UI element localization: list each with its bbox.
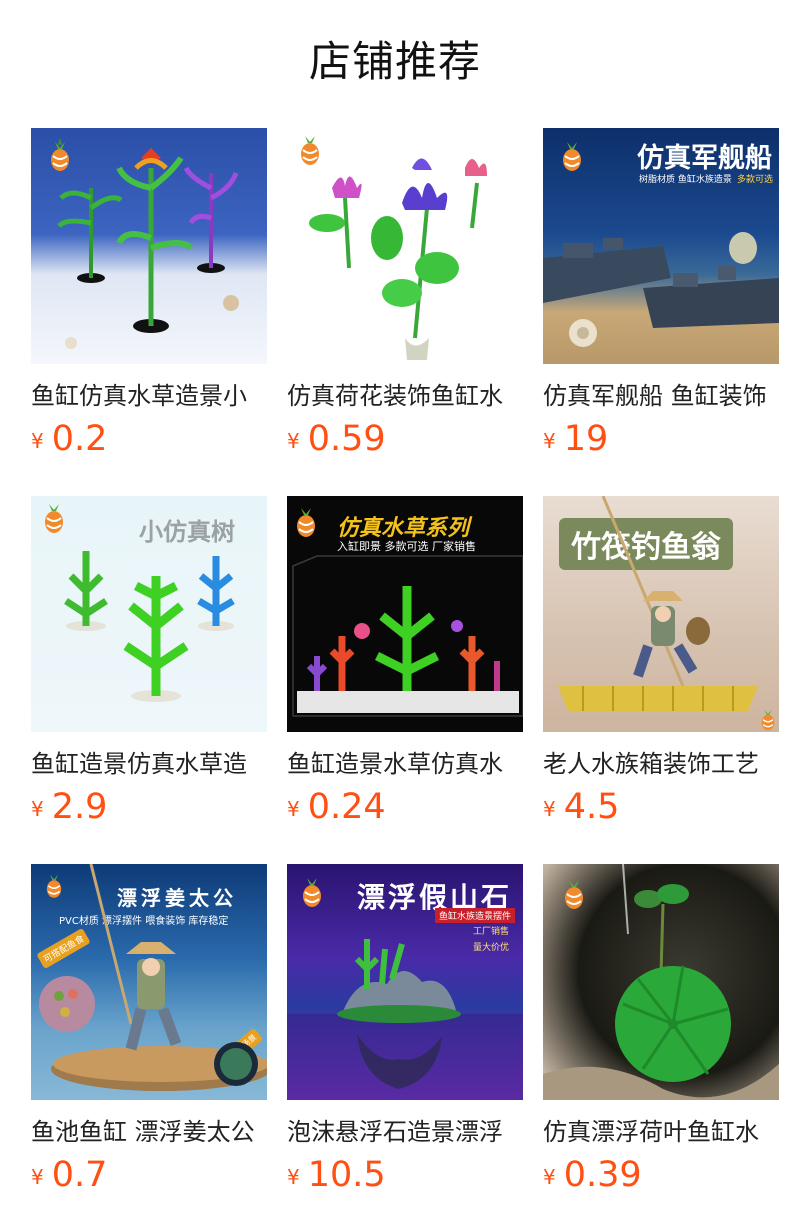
product-name[interactable]: 老人水族箱装饰工艺 (543, 749, 779, 779)
product-image[interactable] (287, 128, 523, 364)
price-value: 0.39 (563, 1155, 642, 1195)
currency-symbol: ¥ (543, 429, 556, 453)
product-name[interactable]: 鱼缸仿真水草造景小 (31, 381, 267, 411)
product-price: ¥ 0.2 (31, 419, 267, 459)
floating-rock-icon (287, 939, 523, 1100)
product-price: ¥ 10.5 (287, 1155, 523, 1195)
currency-symbol: ¥ (31, 797, 44, 821)
product-name[interactable]: 仿真漂浮荷叶鱼缸水 (543, 1117, 779, 1147)
product-image[interactable]: 仿真军舰船 树脂材质 鱼缸水族造景 多款可选 (543, 128, 779, 364)
product-name[interactable]: 鱼缸造景仿真水草造 (31, 749, 267, 779)
product-price: ¥ 0.39 (543, 1155, 779, 1195)
product-price: ¥ 19 (543, 419, 779, 459)
product-card[interactable]: 漂浮假山石 鱼缸水族造景摆件 工厂销售 量大价优 泡沫悬浮石造景漂浮 ¥ 10.… (287, 864, 523, 1232)
fisherman-figure-icon (558, 496, 758, 711)
product-name[interactable]: 仿真军舰船 鱼缸装饰 (543, 381, 779, 411)
product-image[interactable]: 仿真水草系列 入缸即景 多款可选 厂家销售 (287, 496, 523, 732)
green-plant-icon (64, 551, 235, 702)
price-value: 0.24 (307, 787, 386, 827)
price-value: 4.5 (563, 787, 620, 827)
product-grid: 鱼缸仿真水草造景小 ¥ 0.2 仿真荷花装饰鱼缸水 ¥ 0.59 仿真军舰船 树… (31, 128, 790, 1232)
product-price: ¥ 2.9 (31, 787, 267, 827)
plant-decor-icon (57, 148, 239, 349)
product-price: ¥ 0.24 (287, 787, 523, 827)
product-name[interactable]: 鱼缸造景水草仿真水 (287, 749, 523, 779)
product-card[interactable]: 小仿真树 鱼缸造景仿真水草造 ¥ 2.9 (31, 496, 267, 864)
header: 店铺推荐 (0, 0, 790, 128)
product-card[interactable]: 鱼缸仿真水草造景小 ¥ 0.2 (31, 128, 267, 496)
currency-symbol: ¥ (287, 797, 300, 821)
currency-symbol: ¥ (31, 1165, 44, 1189)
currency-symbol: ¥ (287, 1165, 300, 1189)
product-image[interactable]: 竹筏钓鱼翁 (543, 496, 779, 732)
floating-fisherman-icon (39, 864, 267, 1091)
product-card[interactable]: 仿真水草系列 入缸即景 多款可选 厂家销售 鱼缸造景水草仿真水 ¥ 0.24 (287, 496, 523, 864)
product-card[interactable]: 仿真军舰船 树脂材质 鱼缸水族造景 多款可选 仿真军舰船 鱼缸装饰 ¥ 19 (543, 128, 779, 496)
product-image[interactable] (31, 128, 267, 364)
battleship-decor-icon (543, 232, 779, 347)
product-price: ¥ 0.7 (31, 1155, 267, 1195)
currency-symbol: ¥ (287, 429, 300, 453)
price-value: 0.7 (51, 1155, 108, 1195)
price-value: 10.5 (307, 1155, 386, 1195)
lotus-leaf-icon (543, 864, 779, 1100)
lotus-decor-icon (309, 158, 487, 360)
product-image[interactable]: 漂浮姜太公 PVC材质 漂浮摆件 喂食装饰 库存稳定 可搭配鱼食 喂食使用场景 (31, 864, 267, 1100)
product-image[interactable]: 小仿真树 (31, 496, 267, 732)
price-value: 0.59 (307, 419, 386, 459)
aquarium-plants-icon (292, 555, 523, 717)
product-card[interactable]: 仿真漂浮荷叶鱼缸水 ¥ 0.39 (543, 864, 779, 1232)
product-name[interactable]: 泡沫悬浮石造景漂浮 (287, 1117, 523, 1147)
currency-symbol: ¥ (31, 429, 44, 453)
price-value: 2.9 (51, 787, 108, 827)
product-price: ¥ 4.5 (543, 787, 779, 827)
product-image[interactable] (543, 864, 779, 1100)
product-price: ¥ 0.59 (287, 419, 523, 459)
product-image[interactable]: 漂浮假山石 鱼缸水族造景摆件 工厂销售 量大价优 (287, 864, 523, 1100)
product-card[interactable]: 仿真荷花装饰鱼缸水 ¥ 0.59 (287, 128, 523, 496)
currency-symbol: ¥ (543, 797, 556, 821)
page-title: 店铺推荐 (308, 37, 481, 86)
price-value: 19 (563, 419, 609, 459)
currency-symbol: ¥ (543, 1165, 556, 1189)
product-name[interactable]: 鱼池鱼缸 漂浮姜太公 (31, 1117, 267, 1147)
price-value: 0.2 (51, 419, 108, 459)
product-card[interactable]: 竹筏钓鱼翁 老人水族箱装饰工艺 ¥ 4.5 (543, 496, 779, 864)
product-name[interactable]: 仿真荷花装饰鱼缸水 (287, 381, 523, 411)
product-card[interactable]: 漂浮姜太公 PVC材质 漂浮摆件 喂食装饰 库存稳定 可搭配鱼食 喂食使用场景 … (31, 864, 267, 1232)
